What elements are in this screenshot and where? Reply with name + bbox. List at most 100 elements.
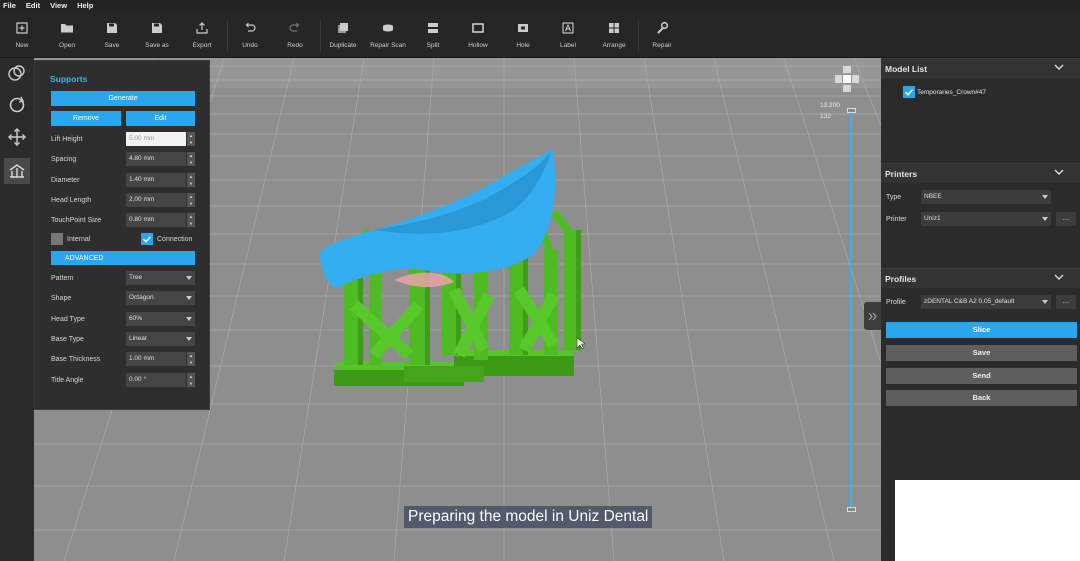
menu-view[interactable]: View xyxy=(50,0,67,12)
chevron-down-icon xyxy=(1054,274,1064,280)
head-length-input[interactable]: 2.00 mm xyxy=(126,193,186,207)
hole-button[interactable]: Hole xyxy=(501,12,545,58)
redo-label: Redo xyxy=(287,42,303,49)
model-with-supports[interactable] xyxy=(314,130,604,392)
supports-title: Supports xyxy=(50,74,88,84)
head-length-stepper[interactable]: ▲ ▼ xyxy=(187,193,195,207)
open-button[interactable]: Open xyxy=(45,12,89,58)
title-angle-label: Title Angle xyxy=(51,377,84,384)
collapse-panel-button[interactable] xyxy=(864,302,881,330)
overlay-box xyxy=(895,480,1080,561)
rotate-button[interactable] xyxy=(4,92,30,118)
generate-button[interactable]: Generate xyxy=(51,91,195,106)
wrench-icon xyxy=(657,21,669,34)
base-thickness-input[interactable]: 1.00 mm xyxy=(126,352,186,366)
view-mode-button[interactable] xyxy=(4,60,30,86)
advanced-toggle[interactable]: ADVANCED xyxy=(51,251,195,265)
export-label: Export xyxy=(192,42,212,49)
base-thickness-stepper[interactable]: ▲ ▼ xyxy=(187,352,195,366)
view-compass[interactable] xyxy=(835,66,859,98)
edit-button[interactable]: Edit xyxy=(126,111,195,126)
printer-select[interactable]: Uniz1 xyxy=(921,212,1051,226)
menu-help[interactable]: Help xyxy=(77,0,93,12)
base-type-select[interactable]: Linear xyxy=(126,332,195,346)
diameter-input[interactable]: 1.40 mm xyxy=(126,173,186,187)
profile-more-button[interactable]: ... xyxy=(1056,295,1076,309)
arrange-icon xyxy=(609,23,619,33)
menu-file[interactable]: File xyxy=(3,0,16,12)
printer-type-value: NBEE xyxy=(924,193,942,200)
folder-icon xyxy=(61,24,73,33)
save-profile-button[interactable]: Save xyxy=(886,345,1077,361)
diameter-stepper[interactable]: ▲ ▼ xyxy=(187,173,195,187)
connection-checkbox[interactable] xyxy=(141,233,153,245)
split-icon xyxy=(428,23,438,33)
spacing-label: Spacing xyxy=(51,156,77,163)
title-angle-input[interactable]: 0.00 ° xyxy=(126,373,186,387)
export-button[interactable]: Export xyxy=(180,12,224,58)
repair-button[interactable]: Repair xyxy=(640,12,684,58)
toolbar: New Open Save Save as Export Undo Redo D… xyxy=(0,12,1080,58)
touchpoint-size-input[interactable]: 0.80 mm xyxy=(126,213,186,227)
base-type-value: Linear xyxy=(129,335,148,342)
printer-type-label: Type xyxy=(886,194,902,201)
send-button[interactable]: Send xyxy=(886,368,1077,384)
head-type-select[interactable]: 60% xyxy=(126,312,195,326)
printers-header[interactable]: Printers xyxy=(881,163,1080,183)
title-angle-stepper[interactable]: ▲ ▼ xyxy=(187,373,195,387)
redo-button[interactable]: Redo xyxy=(273,12,317,58)
menu-edit[interactable]: Edit xyxy=(26,0,40,12)
model-list-header[interactable]: Model List xyxy=(881,58,1080,78)
profiles-header[interactable]: Profiles xyxy=(881,268,1080,288)
printer-more-button[interactable]: ... xyxy=(1056,212,1076,226)
pattern-label: Pattern xyxy=(51,275,74,282)
label-button[interactable]: Label xyxy=(546,12,590,58)
shape-value: Octagon xyxy=(129,294,154,301)
supports-panel: Supports Generate Remove Edit Lift Heigh… xyxy=(34,60,210,410)
remove-button[interactable]: Remove xyxy=(51,111,121,126)
duplicate-label: Duplicate xyxy=(329,42,357,49)
lift-height-input[interactable]: 5.00 mm xyxy=(126,132,186,146)
move-button[interactable] xyxy=(4,124,30,150)
save-as-button[interactable]: Save as xyxy=(135,12,179,58)
profiles-title: Profiles xyxy=(885,274,917,284)
undo-button[interactable]: Undo xyxy=(228,12,272,58)
model-list-item[interactable]: Temporaries_Crown#47 xyxy=(917,89,986,96)
slice-button[interactable]: Slice xyxy=(886,322,1077,338)
pattern-value: Tree xyxy=(129,274,143,281)
chevron-down-icon xyxy=(1054,64,1064,70)
duplicate-button[interactable]: Duplicate xyxy=(321,12,365,58)
internal-label: Internal xyxy=(67,236,91,243)
split-button[interactable]: Split xyxy=(411,12,455,58)
hollow-button[interactable]: Hollow xyxy=(456,12,500,58)
back-button[interactable]: Back xyxy=(886,390,1077,406)
internal-checkbox[interactable] xyxy=(51,233,63,245)
new-button[interactable]: New xyxy=(0,12,44,58)
spacing-input[interactable]: 4.80 mm xyxy=(126,152,186,166)
model-visible-checkbox[interactable] xyxy=(903,86,915,98)
printer-value: Uniz1 xyxy=(924,215,941,222)
save-button[interactable]: Save xyxy=(90,12,134,58)
repair-scan-button[interactable]: Repair Scan xyxy=(366,12,410,58)
layer-slider-top-handle[interactable] xyxy=(847,108,856,113)
touchpoint-size-stepper[interactable]: ▲ ▼ xyxy=(187,213,195,227)
supports-tool-button[interactable] xyxy=(4,158,30,184)
chevron-down-icon xyxy=(1054,169,1064,175)
base-type-label: Base Type xyxy=(51,336,84,343)
supports-icon xyxy=(9,164,25,178)
layer-slider-track[interactable] xyxy=(850,110,852,510)
spacing-stepper[interactable]: ▲ ▼ xyxy=(187,152,195,166)
shape-label: Shape xyxy=(51,295,72,302)
lift-height-label: Lift Height xyxy=(51,136,83,143)
pattern-select[interactable]: Tree xyxy=(126,271,195,285)
arrange-label: Arrange xyxy=(602,42,626,49)
arrange-button[interactable]: Arrange xyxy=(592,12,636,58)
lift-height-stepper[interactable]: ▲ ▼ xyxy=(187,132,195,146)
repair-scan-label: Repair Scan xyxy=(370,42,406,49)
layer-slider-bottom-handle[interactable] xyxy=(847,507,856,512)
shape-select[interactable]: Octagon xyxy=(126,291,195,305)
profile-select[interactable]: zDENTAL C&B A2 0.05_default xyxy=(921,295,1051,309)
toolbar-separator xyxy=(638,20,639,52)
profile-value: zDENTAL C&B A2 0.05_default xyxy=(924,298,1015,305)
printer-type-select[interactable]: NBEE xyxy=(921,190,1051,204)
